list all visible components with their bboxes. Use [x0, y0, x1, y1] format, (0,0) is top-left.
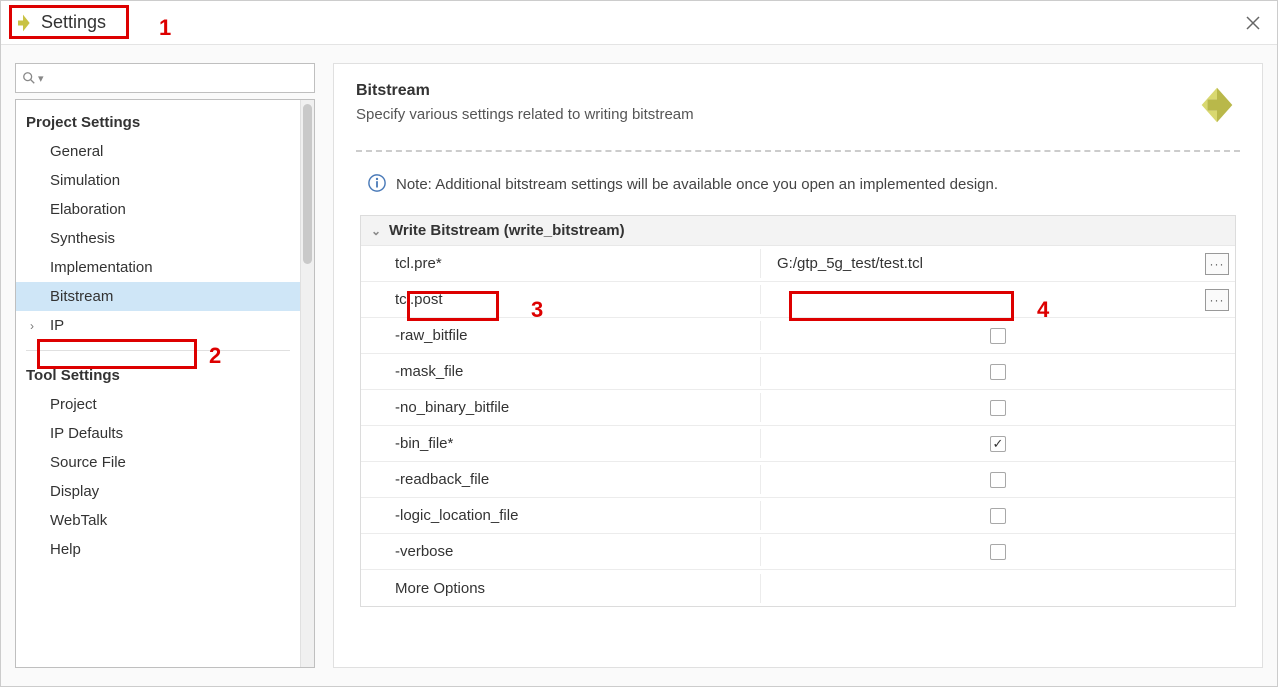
chevron-down-icon: ⌄ [371, 224, 383, 238]
browse-button[interactable]: ··· [1205, 253, 1229, 275]
sidebar-scrollbar[interactable] [300, 100, 314, 667]
option-row-maskfile: -mask_file [361, 354, 1235, 390]
option-row-binfile: -bin_file* [361, 426, 1235, 462]
window-title: Settings [41, 12, 106, 33]
nav-separator [26, 350, 290, 351]
window-body: ▾ Project Settings General Simulation El… [1, 45, 1277, 686]
browse-button[interactable]: ··· [1205, 289, 1229, 311]
nav-item-ip-label: IP [50, 317, 64, 334]
nav-scroll: Project Settings General Simulation Elab… [16, 100, 300, 667]
nav-item-project[interactable]: Project [16, 390, 300, 419]
option-row-readback: -readback_file [361, 462, 1235, 498]
option-value [761, 436, 1235, 452]
vivado-logo-icon [1194, 82, 1240, 128]
main-header: Bitstream Specify various settings relat… [356, 82, 1240, 128]
checkbox-rawbitfile[interactable] [990, 328, 1006, 344]
option-value-tclpre[interactable]: G:/gtp_5g_test/test.tcl ··· [761, 255, 1235, 272]
dashed-separator [356, 150, 1240, 152]
option-row-verbose: -verbose [361, 534, 1235, 570]
chevron-right-icon: › [30, 319, 40, 333]
option-label: -logic_location_file [361, 501, 761, 530]
checkbox-nobinary[interactable] [990, 400, 1006, 416]
nav-item-display[interactable]: Display [16, 477, 300, 506]
option-label: -raw_bitfile [361, 321, 761, 350]
option-label: tcl.pre* [361, 249, 761, 278]
option-label: -verbose [361, 537, 761, 566]
nav-item-ip[interactable]: › IP [16, 311, 300, 340]
option-value [761, 400, 1235, 416]
options-group-header[interactable]: ⌄ Write Bitstream (write_bitstream) [361, 216, 1235, 246]
option-text: G:/gtp_5g_test/test.tcl [769, 255, 923, 272]
app-logo-icon [13, 13, 33, 33]
checkbox-logicloc[interactable] [990, 508, 1006, 524]
option-row-tclpost: tcl.post ··· [361, 282, 1235, 318]
option-row-logicloc: -logic_location_file [361, 498, 1235, 534]
nav-tree: Project Settings General Simulation Elab… [15, 99, 315, 668]
sidebar-scroll-thumb[interactable] [303, 104, 312, 264]
nav-item-bitstream[interactable]: Bitstream [16, 282, 300, 311]
option-value [761, 472, 1235, 488]
nav-item-general[interactable]: General [16, 137, 300, 166]
checkbox-readback[interactable] [990, 472, 1006, 488]
option-label: -mask_file [361, 357, 761, 386]
close-button[interactable] [1241, 11, 1265, 35]
option-value [761, 508, 1235, 524]
option-label: -no_binary_bitfile [361, 393, 761, 422]
option-value [761, 328, 1235, 344]
option-row-nobinary: -no_binary_bitfile [361, 390, 1235, 426]
checkbox-binfile[interactable] [990, 436, 1006, 452]
checkbox-verbose[interactable] [990, 544, 1006, 560]
main-title: Bitstream [356, 82, 694, 100]
note-row: Note: Additional bitstream settings will… [356, 174, 1240, 195]
option-value [761, 544, 1235, 560]
search-dropdown-icon[interactable]: ▾ [38, 72, 44, 85]
nav-item-webtalk[interactable]: WebTalk [16, 506, 300, 535]
options-group: ⌄ Write Bitstream (write_bitstream) tcl.… [360, 215, 1236, 607]
checkbox-maskfile[interactable] [990, 364, 1006, 380]
nav-item-simulation[interactable]: Simulation [16, 166, 300, 195]
option-row-rawbitfile: -raw_bitfile [361, 318, 1235, 354]
nav-section-tool: Tool Settings [16, 361, 300, 390]
search-input[interactable]: ▾ [15, 63, 315, 93]
option-label: tcl.post [361, 285, 761, 314]
option-label: -bin_file* [361, 429, 761, 458]
main-description: Specify various settings related to writ… [356, 106, 694, 123]
option-label: More Options [361, 574, 761, 603]
option-row-tclpre: tcl.pre* G:/gtp_5g_test/test.tcl ··· [361, 246, 1235, 282]
nav-item-implementation[interactable]: Implementation [16, 253, 300, 282]
nav-item-sourcefile[interactable]: Source File [16, 448, 300, 477]
nav-item-ipdefaults[interactable]: IP Defaults [16, 419, 300, 448]
settings-window: Settings ▾ Project Settings General Simu… [0, 0, 1278, 687]
main-panel: Bitstream Specify various settings relat… [333, 63, 1263, 668]
nav-item-help[interactable]: Help [16, 535, 300, 564]
main-header-text: Bitstream Specify various settings relat… [356, 82, 694, 123]
titlebar: Settings [1, 1, 1277, 45]
options-group-title: Write Bitstream (write_bitstream) [389, 222, 625, 239]
option-label: -readback_file [361, 465, 761, 494]
nav-section-project: Project Settings [16, 108, 300, 137]
info-icon [368, 174, 386, 195]
nav-item-elaboration[interactable]: Elaboration [16, 195, 300, 224]
note-text: Note: Additional bitstream settings will… [396, 176, 998, 193]
option-row-moreoptions: More Options [361, 570, 1235, 606]
nav-item-synthesis[interactable]: Synthesis [16, 224, 300, 253]
sidebar: ▾ Project Settings General Simulation El… [15, 63, 315, 668]
option-value [761, 364, 1235, 380]
